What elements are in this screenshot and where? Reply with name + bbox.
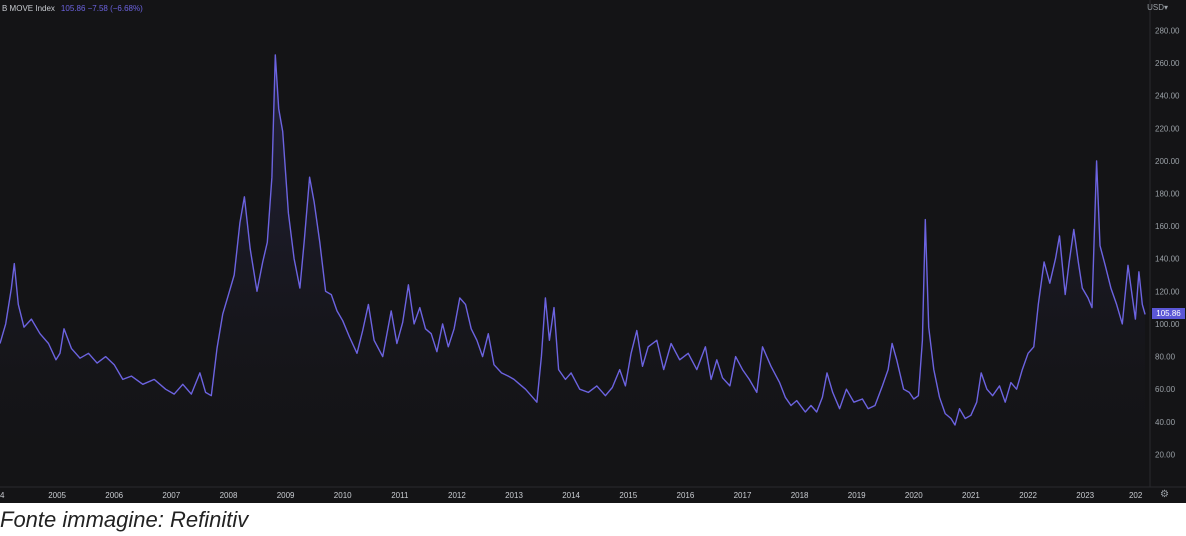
- y-tick-label: 100.00: [1155, 320, 1180, 329]
- x-tick-label: 4: [0, 491, 5, 500]
- x-tick-label: 2020: [905, 491, 923, 500]
- x-tick-label: 2007: [162, 491, 180, 500]
- y-tick-label: 280.00: [1155, 27, 1180, 36]
- x-tick-label: 2010: [334, 491, 352, 500]
- x-tick-label: 2009: [277, 491, 295, 500]
- y-tick-label: 40.00: [1155, 418, 1176, 427]
- image-source-caption: Fonte immagine: Refinitiv: [0, 507, 249, 532]
- currency-selector[interactable]: USD▾: [1147, 3, 1168, 12]
- x-tick-label: 2019: [848, 491, 866, 500]
- y-tick-label: 200.00: [1155, 157, 1180, 166]
- series-line-move-index: [0, 54, 1146, 426]
- move-index-chart[interactable]: 20.00 40.00 60.00 80.00 100.00 120.00 140.00 16…: [0, 0, 1186, 503]
- y-tick-label: 160.00: [1155, 222, 1180, 231]
- x-tick-label: 2021: [962, 491, 980, 500]
- y-tick-label: 180.00: [1155, 190, 1180, 199]
- y-tick-label: 120.00: [1155, 287, 1180, 296]
- y-tick-label: 80.00: [1155, 353, 1176, 362]
- y-tick-label: 60.00: [1155, 385, 1176, 394]
- x-tick-label: 2017: [734, 491, 752, 500]
- x-tick-label: 2023: [1076, 491, 1094, 500]
- x-tick-label: 2016: [677, 491, 695, 500]
- series-area-fill: [0, 54, 1146, 488]
- x-tick-label: 2006: [105, 491, 123, 500]
- y-tick-label: 240.00: [1155, 92, 1180, 101]
- y-tick-label: 20.00: [1155, 450, 1176, 459]
- y-tick-label: 220.00: [1155, 124, 1180, 133]
- legend-series-value: 105.86 −7.58 (−6.68%): [60, 4, 143, 13]
- chart-panel: 20.00 40.00 60.00 80.00 100.00 120.00 140.00 16…: [0, 0, 1186, 503]
- y-tick-label: 140.00: [1155, 255, 1180, 264]
- last-value-badge: 105.86: [1152, 308, 1185, 320]
- legend: B MOVE Index 105.86 −7.58 (−6.68%): [2, 4, 143, 13]
- x-tick-label: 2013: [505, 491, 523, 500]
- x-tick-label: 2015: [619, 491, 637, 500]
- x-tick-label: 2005: [48, 491, 66, 500]
- x-tick-label: 2014: [562, 491, 580, 500]
- legend-series-name: B MOVE Index: [2, 4, 55, 13]
- gear-icon[interactable]: ⚙: [1160, 490, 1170, 500]
- x-tick-label: 2022: [1019, 491, 1037, 500]
- x-tick-label: 202: [1129, 491, 1143, 500]
- x-tick-label: 2011: [391, 491, 409, 500]
- x-tick-label: 2018: [791, 491, 809, 500]
- y-tick-label: 260.00: [1155, 59, 1180, 68]
- x-tick-label: 2008: [220, 491, 238, 500]
- x-tick-label: 2012: [448, 491, 466, 500]
